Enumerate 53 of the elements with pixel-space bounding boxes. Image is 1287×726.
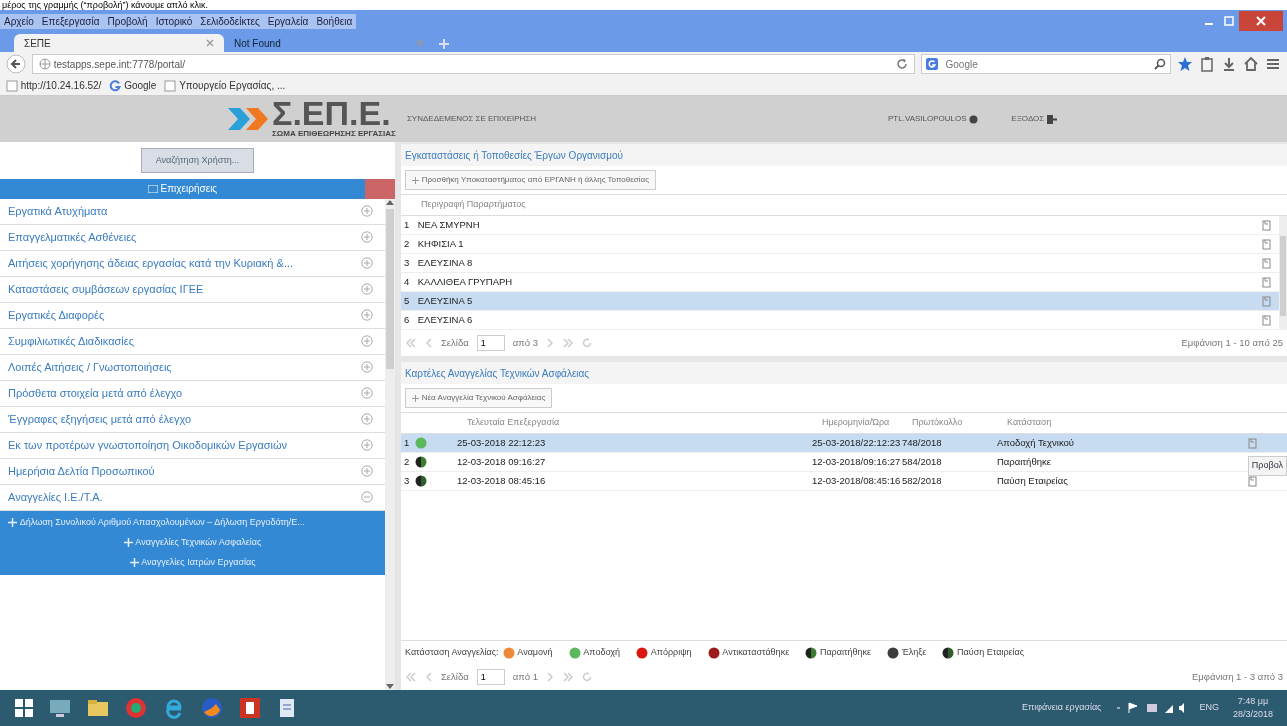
table-cell-text: 12-03-2018 08:45:16 — [457, 473, 547, 488]
page-summary: Εμφάνιση 1 - 3 από 3 — [1192, 669, 1283, 684]
column-header: Τελευταία Επεξεργασία — [467, 416, 561, 430]
table-cell-text: 25-03-2018/22:12:23 — [812, 435, 902, 450]
row-number: 5 — [403, 293, 411, 308]
table-cell-text: 748/2018 — [902, 435, 943, 450]
row-number: 3 — [403, 473, 411, 488]
legend-item: Παύση Εταιρείας — [957, 645, 1025, 659]
section-header: Επιχειρήσεις — [0, 178, 365, 199]
table-cell-text: ΝΕΑ ΣΜΥΡΝΗ — [417, 217, 480, 232]
panel-title: Εγκαταστάσεις ή Τοποθεσίες Έργων Οργανισμού — [401, 144, 1287, 166]
legend-item: Αντικαταστάθηκε — [722, 645, 790, 659]
row-number: 1 — [403, 435, 411, 450]
row-number: 4 — [403, 274, 411, 289]
legend-item: Απόρριψη — [650, 645, 692, 659]
table-cell-text: 12-03-2018/09:16:27 — [812, 454, 902, 469]
row-number: 1 — [403, 217, 411, 232]
row-number: 3 — [403, 255, 411, 270]
table-cell-text: Αποδοχή Τεχνικού — [997, 435, 1076, 450]
row-number: 2 — [403, 236, 411, 251]
table-cell-text: 12-03-2018/08:45:16 — [812, 473, 902, 488]
column-header: Ημερομηνία/Ώρα — [822, 416, 891, 430]
table-cell-text: 584/2018 — [902, 454, 943, 469]
page-label: Σελίδα — [441, 669, 469, 684]
column-header: Περιγραφή Παραρτήματος — [420, 198, 526, 212]
table-cell-text: ΚΑΛΛΙΘΕΑ ΓΡΥΠΑΡΗ — [417, 274, 513, 289]
logo-subtitle: ΣΩΜΑ ΕΠΙΘΕΩΡΗΣΗΣ ΕΡΓΑΣΙΑΣ — [272, 128, 396, 140]
row-number: 6 — [403, 312, 411, 327]
page-summary: Εμφάνιση 1 - 10 από 25 — [1181, 335, 1283, 350]
table-cell-text: 25-03-2018 22:12:23 — [457, 435, 547, 450]
legend-item: Παραιτήθηκε — [819, 645, 871, 659]
legend-item: Έληξε — [901, 645, 927, 659]
tooltip: Προβολ — [1247, 456, 1287, 476]
table-cell-text: ΕΛΕΥΣΙΝΑ 6 — [417, 312, 473, 327]
page-label: Σελίδα — [441, 335, 469, 350]
table-cell-text: ΕΛΕΥΣΙΝΑ 8 — [417, 255, 473, 270]
legend-item: Αναμονή — [517, 645, 553, 659]
table-cell-text: Παύση Εταιρείας — [997, 473, 1069, 488]
logo-text: Σ.ΕΠ.Ε. — [272, 98, 391, 128]
column-header: Πρωτόκολλο — [912, 416, 964, 430]
table-cell-text: ΕΛΕΥΣΙΝΑ 5 — [417, 293, 473, 308]
table-cell-text: 582/2018 — [902, 473, 943, 488]
page-count: από 3 — [512, 335, 538, 350]
panel-title: Καρτέλες Αναγγελίας Τεχνικών Ασφάλειας — [401, 362, 1287, 384]
page-count: από 1 — [512, 669, 538, 684]
table-cell-text: Παραιτήθηκε — [997, 454, 1052, 469]
table-cell-text: 12-03-2018 09:16:27 — [457, 454, 547, 469]
legend-label: Κατάσταση Αναγγελίας: — [405, 645, 499, 659]
context-label: ΣΥΝΔΕΔΕΜΕΝΟΣ ΣΕ ΕΠΙΧΕΙΡΗΣΗ — [406, 113, 537, 125]
column-header: Κατάσταση — [1007, 416, 1053, 430]
table-cell-text: ΚΗΦΙΣΙΑ 1 — [417, 236, 464, 251]
row-number: 2 — [403, 454, 411, 469]
legend-item: Αποδοχή — [583, 645, 620, 659]
